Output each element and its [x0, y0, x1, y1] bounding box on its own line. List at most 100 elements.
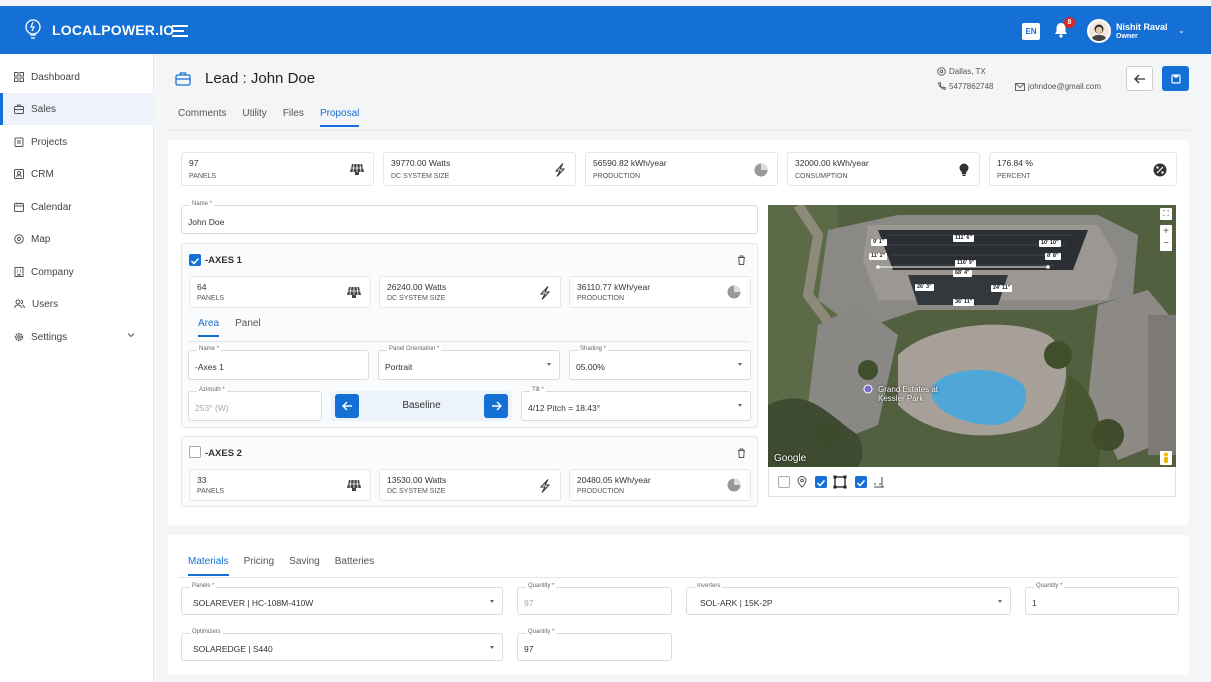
panel-orientation-select[interactable]: Panel Orientation * Portrait: [378, 346, 560, 380]
proposal-name-field[interactable]: Name * John Doe: [181, 201, 758, 234]
user-name[interactable]: Nishit Raval: [1116, 22, 1168, 32]
save-button[interactable]: [1162, 66, 1189, 91]
field-value: SOLAREDGE | S440: [193, 644, 273, 654]
check-icon: [856, 479, 866, 487]
axes-2-checkbox[interactable]: [189, 446, 201, 458]
stat-dc-size: 39770.00 Watts DC SYSTEM SIZE: [383, 152, 576, 186]
field-value: Portrait: [385, 362, 413, 372]
arrow-left-icon: [341, 401, 352, 411]
page-title: Lead : John Doe: [205, 70, 316, 87]
contact-icon: [14, 169, 24, 179]
users-icon: [14, 299, 25, 309]
baseline-prev-button[interactable]: [335, 394, 359, 418]
sidebar-item-label: Map: [31, 233, 51, 245]
menu-toggle-icon[interactable]: [172, 25, 190, 40]
field-label: Panels *: [190, 583, 217, 589]
stat-label: CONSUMPTION: [795, 173, 848, 180]
lead-tabs: Comments Utility Files Proposal: [178, 108, 375, 127]
fullscreen-icon[interactable]: ⛶: [1160, 208, 1172, 220]
lead-email[interactable]: johndoe@gmail.com: [1015, 82, 1101, 91]
subtab-area[interactable]: Area: [198, 318, 220, 337]
solar-panel-icon: [347, 286, 361, 298]
tilt-select[interactable]: Tilt * 4/12 Pitch = 18.43°: [521, 387, 751, 421]
clipboard-icon: [14, 137, 24, 147]
map-tool-checkbox[interactable]: [778, 476, 790, 488]
pegman-icon[interactable]: [1160, 451, 1172, 465]
trash-icon[interactable]: [737, 255, 746, 265]
sidebar-item-calendar[interactable]: Calendar: [0, 191, 154, 223]
zoom-in-icon[interactable]: +: [1160, 225, 1172, 238]
axes-1-stat-production: 36110.77 kWh/year PRODUCTION: [569, 276, 751, 308]
phone-text: 5477862748: [949, 82, 994, 91]
sidebar-item-projects[interactable]: Projects: [0, 126, 154, 158]
sidebar-item-label: Projects: [31, 136, 68, 148]
sidebar-item-users[interactable]: Users: [0, 288, 154, 320]
sidebar-item-dashboard[interactable]: Dashboard: [0, 61, 154, 93]
trash-icon[interactable]: [737, 448, 746, 458]
back-button[interactable]: [1126, 66, 1153, 91]
sidebar-item-label: Settings: [31, 331, 68, 343]
pie-icon: [754, 163, 768, 177]
dropdown-arrow-icon: [547, 363, 551, 366]
avatar[interactable]: [1087, 19, 1111, 43]
measure-tool-icon[interactable]: [873, 476, 885, 488]
sidebar-item-sales[interactable]: Sales: [0, 93, 154, 125]
stat-production: 56590.82 kWh/year PRODUCTION: [585, 152, 778, 186]
axes-2-stat-production: 20480.05 kWh/year PRODUCTION: [569, 469, 751, 501]
tab-pricing[interactable]: Pricing: [244, 556, 275, 576]
stat-value: 64: [197, 282, 207, 292]
chevron-down-icon[interactable]: [127, 332, 135, 338]
tab-saving[interactable]: Saving: [289, 556, 320, 576]
azimuth-field[interactable]: Azimuth * 253° (W): [188, 387, 322, 421]
measure-label: 10' 10": [1039, 240, 1061, 247]
subtab-panel[interactable]: Panel: [235, 318, 261, 337]
panels-quantity-field[interactable]: Quantity * 97: [517, 583, 672, 615]
briefcase-icon: [175, 72, 191, 86]
lead-phone: 5477862748: [937, 82, 994, 91]
satellite-map[interactable]: 9' 1" 111' 6" 10' 10" 11' 2" 8' 8" 116' …: [768, 205, 1176, 467]
stat-consumption: 32000.00 kWh/year CONSUMPTION: [787, 152, 980, 186]
axes-1-checkbox[interactable]: [189, 254, 201, 266]
sidebar-item-crm[interactable]: CRM: [0, 158, 154, 190]
shading-select[interactable]: Shading * 05.00%: [569, 346, 751, 380]
measure-label: 111' 6": [953, 235, 975, 242]
tab-comments[interactable]: Comments: [178, 108, 226, 127]
axes-name-field[interactable]: Name * -Axes 1: [188, 346, 369, 380]
tab-utility[interactable]: Utility: [242, 108, 266, 127]
inverters-quantity-field[interactable]: Quantity * 1: [1025, 583, 1179, 615]
sidebar-item-label: Calendar: [31, 201, 72, 213]
location-pin-icon[interactable]: [797, 476, 807, 488]
axes-1-stat-dc-size: 26240.00 Watts DC SYSTEM SIZE: [379, 276, 561, 308]
baseline-next-button[interactable]: [484, 394, 508, 418]
tab-proposal[interactable]: Proposal: [319, 108, 360, 127]
pie-icon: [727, 478, 741, 492]
map-tool-checkbox[interactable]: [815, 476, 827, 488]
stat-percent: 176.84 % PERCENT: [989, 152, 1177, 186]
chevron-down-icon[interactable]: ⌄: [1178, 26, 1185, 35]
dropdown-arrow-icon: [738, 404, 742, 407]
app-name: LOCALPOWER.IO: [52, 22, 175, 38]
zoom-out-icon[interactable]: −: [1160, 238, 1172, 251]
stat-value: 39770.00 Watts: [391, 158, 451, 168]
field-value: John Doe: [188, 217, 225, 227]
sidebar-item-company[interactable]: Company: [0, 256, 154, 288]
language-button[interactable]: EN: [1022, 23, 1040, 40]
tabs-divider: [168, 130, 1189, 131]
map-tool-checkbox[interactable]: [855, 476, 867, 488]
tab-materials[interactable]: Materials: [188, 556, 229, 576]
optimizers-select[interactable]: Optimizers SOLAREDGE | S440: [181, 629, 503, 661]
dropdown-arrow-icon: [738, 363, 742, 366]
tab-batteries[interactable]: Batteries: [335, 556, 374, 576]
polygon-tool-icon[interactable]: [833, 475, 847, 489]
arrow-right-icon: [491, 401, 502, 411]
save-icon: [1170, 73, 1181, 84]
field-value: SOLAREVER | HC-108M-410W: [193, 598, 314, 608]
panels-select[interactable]: Panels * SOLAREVER | HC-108M-410W: [181, 583, 503, 615]
stat-value: 32000.00 kWh/year: [795, 158, 869, 168]
sidebar-item-map[interactable]: Map: [0, 223, 154, 255]
optimizers-quantity-field[interactable]: Quantity * 97: [517, 629, 672, 661]
app-logo[interactable]: LOCALPOWER.IO: [22, 18, 174, 42]
tab-files[interactable]: Files: [283, 108, 304, 127]
sidebar-item-settings[interactable]: Settings: [0, 321, 154, 353]
inverters-select[interactable]: Inverters SOL-ARK | 15K-2P: [686, 583, 1011, 615]
